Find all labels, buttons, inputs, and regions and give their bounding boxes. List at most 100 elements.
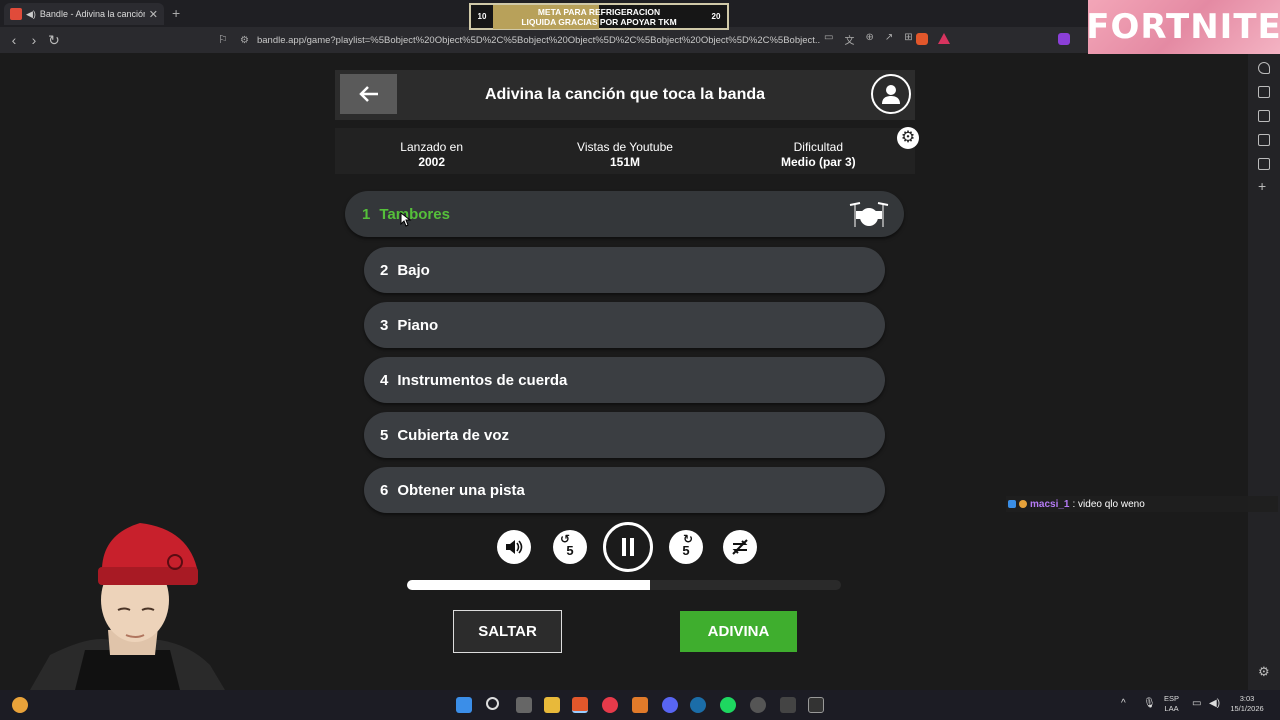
mic-icon[interactable]: 🎙 [1143, 698, 1156, 709]
url-text: bandle.app/game?playlist=%5Bobject%20Obj… [256, 34, 820, 46]
app-icon[interactable] [632, 697, 648, 713]
zoom-icon[interactable]: ⊕ [865, 32, 873, 47]
wallet-icon[interactable] [1258, 110, 1270, 122]
hint-number: 4 [380, 371, 389, 389]
goal-message: META PARA REFRIGERACION LIQUIDA GRACIAS … [493, 4, 705, 29]
rewind-button[interactable]: ↺ 5 [553, 530, 587, 564]
forward-seconds: 5 [682, 542, 690, 558]
translate-icon[interactable]: 文 [844, 32, 854, 47]
brave-shields-icon[interactable] [916, 33, 928, 45]
user-icon [882, 85, 900, 104]
settings-gear-icon[interactable]: ⚙ [897, 127, 919, 149]
tab-title: Bandle - Adivina la canción, u [39, 9, 145, 19]
speaker-icon[interactable]: ◀) [26, 9, 36, 20]
hint-row-bass[interactable]: 2 Bajo [364, 247, 885, 293]
back-arrow-button[interactable] [340, 74, 397, 114]
language-indicator[interactable]: ESP LAA [1164, 694, 1179, 714]
forward-button[interactable]: ↻ 5 [669, 530, 703, 564]
add-panel-icon[interactable]: + [1258, 178, 1266, 194]
hint-label: Instrumentos de cuerda [397, 371, 568, 389]
leo-ai-icon[interactable] [1258, 62, 1270, 74]
bookmark-icon[interactable]: ⚐ [218, 33, 228, 46]
bookmarks-icon[interactable] [1258, 134, 1270, 146]
back-nav-icon[interactable]: ‹ [4, 32, 24, 48]
browser-toolbar: ‹ › ↻ ⚐ ⚙ bandle.app/game?playlist=%5Bob… [0, 27, 1248, 53]
hint-label: Cubierta de voz [397, 426, 510, 444]
skip-button[interactable]: SALTAR [453, 610, 562, 653]
progress-bar[interactable] [407, 580, 841, 590]
search-icon[interactable] [486, 697, 499, 710]
progress-fill [407, 580, 651, 590]
steam-icon[interactable] [690, 697, 706, 713]
clock[interactable]: 3:03 15/1/2026 [1228, 694, 1266, 714]
windows-taskbar: ^ 🎙 ESP LAA ▭ ◀) 3:03 15/1/2026 [0, 690, 1280, 720]
streamer-avatar [30, 523, 225, 690]
lang-2: LAA [1164, 704, 1179, 713]
stat-value: Medio (par 3) [780, 155, 856, 169]
browser-sidebar: + ⚙ [1248, 54, 1280, 690]
reading-list-icon[interactable] [1258, 86, 1270, 98]
address-bar[interactable]: ⚙ bandle.app/game?playlist=%5Bobject%20O… [240, 31, 820, 49]
hint-number: 5 [380, 426, 389, 444]
drum-kit-icon [849, 202, 889, 227]
pause-button[interactable] [603, 522, 653, 572]
twitch-extension-icon[interactable] [1058, 33, 1070, 45]
hint-number: 3 [380, 316, 389, 334]
hint-number: 6 [380, 481, 389, 499]
share-icon[interactable]: ↗ [885, 32, 893, 47]
new-tab-button[interactable]: + [172, 5, 180, 21]
time: 3:03 [1239, 694, 1255, 703]
stat-label: Lanzado en [400, 140, 464, 154]
network-icon[interactable]: ▭ [1192, 698, 1201, 709]
player-controls: ↺ 5 ↻ 5 [497, 522, 761, 572]
start-icon[interactable] [456, 697, 472, 713]
tray-chevron-icon[interactable]: ^ [1121, 698, 1126, 709]
cast-icon[interactable]: ▭ [824, 32, 833, 47]
rewind-seconds: 5 [566, 542, 574, 558]
epic-games-icon[interactable] [808, 697, 824, 713]
date: 15/1/2026 [1230, 704, 1264, 713]
guess-button[interactable]: ADIVINA [680, 611, 797, 652]
media-player-icon[interactable] [602, 697, 618, 713]
chat-text: : video qlo weno [1072, 498, 1145, 510]
stat-views: Vistas de Youtube 151M [528, 128, 721, 174]
chat-badge-icon [1019, 500, 1027, 508]
hint-row-get-hint[interactable]: 6 Obtener una pista [364, 467, 885, 513]
spotify-icon[interactable] [720, 697, 736, 713]
profile-button[interactable] [871, 74, 911, 114]
history-icon[interactable] [1258, 158, 1270, 170]
hint-row-vocals[interactable]: 5 Cubierta de voz [364, 412, 885, 458]
hint-row-drums[interactable]: 1 Tambores [345, 191, 904, 237]
reload-icon[interactable]: ↻ [44, 32, 64, 49]
obs-icon[interactable] [750, 697, 766, 713]
bandle-favicon-icon [10, 8, 22, 20]
weather-icon[interactable] [12, 697, 28, 713]
browser-tab[interactable]: ◀) Bandle - Adivina la canción, u ✕ [4, 3, 164, 25]
hint-label: Tambores [379, 205, 450, 223]
brave-browser-icon[interactable] [572, 697, 588, 713]
loop-toggle-button[interactable] [723, 530, 757, 564]
hint-row-piano[interactable]: 3 Piano [364, 302, 885, 348]
forward-nav-icon[interactable]: › [24, 32, 44, 48]
goal-end: 20 [711, 12, 721, 21]
app-icon[interactable] [780, 697, 796, 713]
stat-difficulty: Dificultad Medio (par 3) [722, 128, 915, 174]
hint-number: 1 [362, 205, 371, 223]
close-tab-icon[interactable]: ✕ [149, 8, 158, 21]
hint-row-strings[interactable]: 4 Instrumentos de cuerda [364, 357, 885, 403]
install-icon[interactable]: ⊞ [904, 32, 912, 47]
volume-button[interactable] [497, 530, 531, 564]
stream-goal-banner: 10 META PARA REFRIGERACION LIQUIDA GRACI… [469, 3, 729, 30]
back-arrow-icon [358, 86, 378, 102]
stat-label: Vistas de Youtube [577, 140, 673, 154]
goal-line-1: META PARA REFRIGERACION [537, 6, 661, 17]
task-view-icon[interactable] [516, 697, 532, 713]
site-settings-icon[interactable]: ⚙ [240, 35, 249, 46]
brave-rewards-icon[interactable] [938, 33, 950, 44]
stat-value: 2002 [418, 155, 446, 169]
discord-icon[interactable] [662, 697, 678, 713]
volume-tray-icon[interactable]: ◀) [1209, 698, 1220, 709]
fortnite-overlay-logo: FORTNITE [1086, 0, 1280, 54]
file-explorer-icon[interactable] [544, 697, 560, 713]
sidebar-settings-icon[interactable]: ⚙ [1258, 664, 1270, 680]
